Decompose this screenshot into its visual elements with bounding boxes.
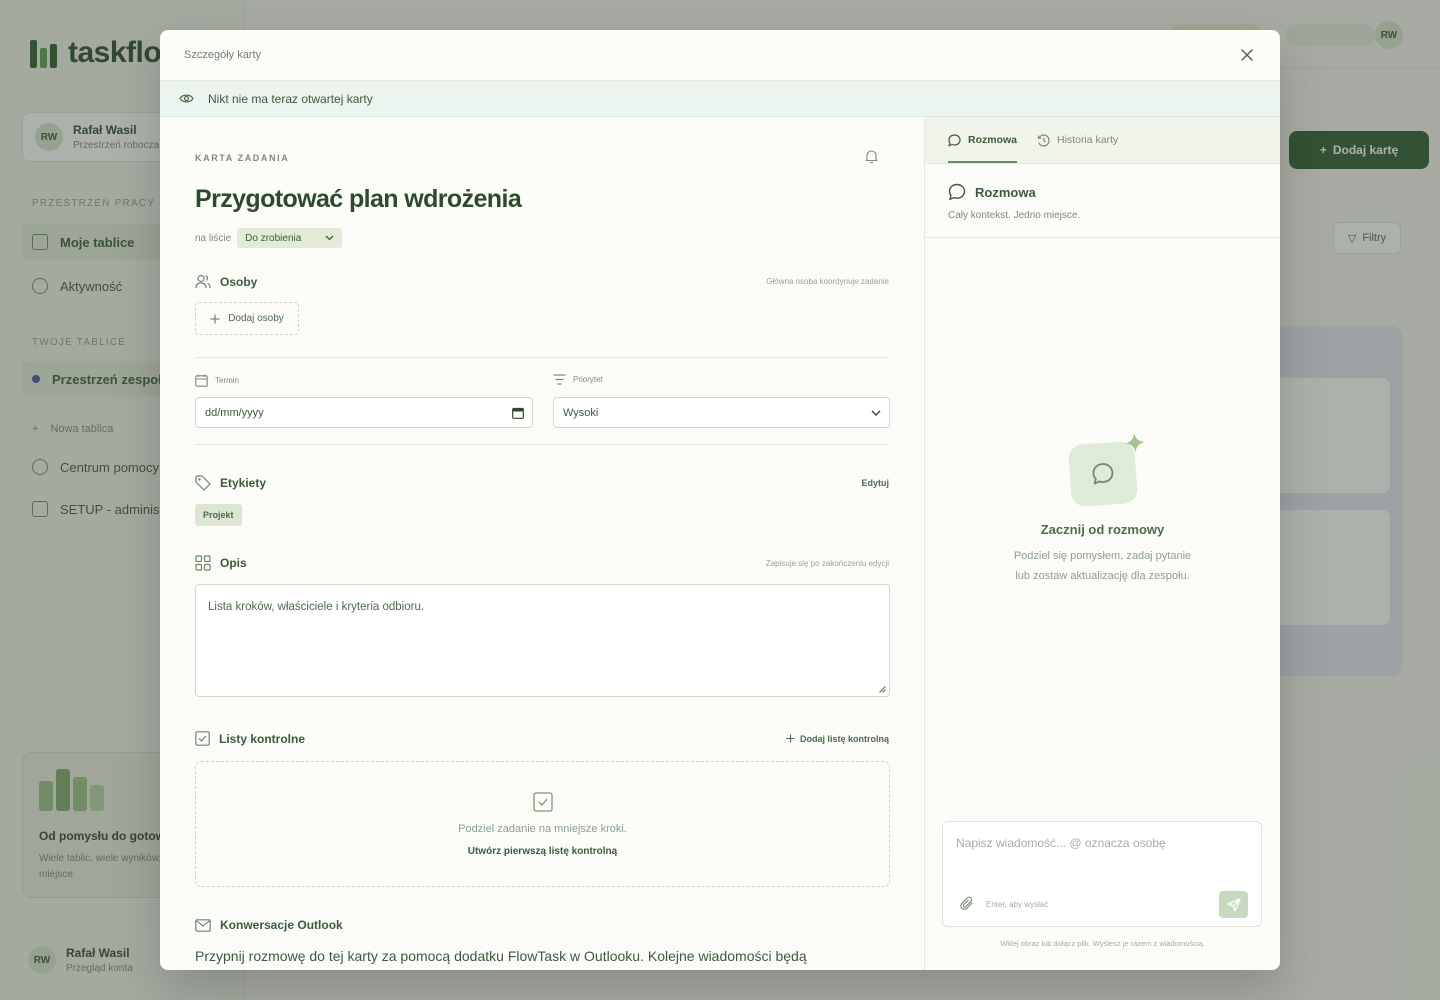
eye-icon [179, 94, 194, 103]
message-input[interactable]: Napisz wiadomość... @ oznacza osobę [956, 836, 1166, 850]
tab-conversation[interactable]: Rozmowa [948, 117, 1018, 163]
checklist-empty-message: Podziel zadanie na mniejsze kroki. [458, 822, 627, 835]
add-checklist-label: Dodaj listę kontrolną [799, 733, 889, 744]
outlook-section-header: Konwersacje Outlook [195, 918, 889, 932]
list-row: na liście Do zrobienia [195, 228, 343, 248]
description-text: Lista kroków, właściciele i kryteria odb… [208, 601, 425, 613]
on-list-label: na liście [195, 232, 232, 244]
people-hint: Główna osoba koordynuje zadanie [766, 277, 889, 286]
composer-hint: Enter, aby wysłać [986, 900, 1049, 909]
empty-chat-illustration-icon [1067, 432, 1145, 508]
empty-state-title: Zacznij od rozmowy [1040, 522, 1165, 537]
tab-label: Rozmowa [968, 134, 1018, 146]
empty-state-subtitle: Podziel się pomysłem, zadaj pytanie lub … [1014, 546, 1191, 586]
checkbox-icon [195, 731, 210, 746]
mail-icon [195, 918, 211, 932]
chat-bubble-icon [948, 183, 966, 200]
history-icon [1037, 133, 1050, 147]
outlook-label: Konwersacje Outlook [220, 918, 343, 932]
modal-header: Szczegóły karty [160, 30, 1280, 81]
presence-bar: Nikt nie ma teraz otwartej karty [160, 81, 1280, 117]
panel-tabs: Rozmowa Historia karty [925, 117, 1280, 164]
paste-hint: Wklej obraz lub dołącz plik. Wyślesz je … [1000, 939, 1205, 948]
description-label: Opis [220, 556, 247, 570]
add-people-label: Dodaj osoby [228, 313, 284, 324]
checklist-empty-state: Podziel zadanie na mniejsze kroki. Utwór… [195, 761, 890, 887]
priority-value: Wysoki [563, 406, 599, 419]
conversation-panel: Rozmowa Historia karty Rozmowa Cały kont… [925, 117, 1280, 970]
priority-label-row: Priorytet [553, 374, 603, 385]
card-title[interactable]: Przygotować plan wdrożenia [195, 185, 522, 214]
due-date-input[interactable]: dd/mm/yyyy [195, 397, 533, 428]
create-first-checklist-link[interactable]: Utwórz pierwszą listę kontrolną [468, 846, 617, 857]
description-hint: Zapisuje się po zakończeniu edycji [765, 558, 889, 568]
users-icon [195, 274, 211, 289]
empty-state-line: lub zostaw aktualizację dla zespołu. [1015, 570, 1190, 582]
card-details-modal: Szczegóły karty Nikt nie ma teraz otwart… [160, 30, 1280, 970]
labels-section-header: Etykiety Edytuj [195, 475, 889, 491]
checklists-section-header: Listy kontrolne Dodaj listę kontrolną [195, 731, 889, 746]
chat-bubble-icon [948, 133, 961, 146]
due-date-value: dd/mm/yyyy [205, 406, 264, 419]
people-section-header: Osoby Główna osoba koordynuje zadanie [195, 274, 889, 289]
tab-card-history[interactable]: Historia karty [1037, 117, 1118, 163]
priority-label: Priorytet [573, 375, 603, 384]
chevron-down-icon [325, 235, 334, 241]
plus-icon [786, 734, 795, 743]
calendar-icon [512, 407, 524, 419]
card-main: KARTA ZADANIA Przygotować plan wdrożenia… [160, 117, 925, 970]
add-checklist-button[interactable]: Dodaj listę kontrolną [786, 734, 889, 744]
conversation-empty-state: Zacznij od rozmowy Podziel się pomysłem,… [925, 432, 1280, 586]
plus-icon [210, 314, 220, 323]
conversation-title: Rozmowa [975, 184, 1036, 200]
resize-handle-icon[interactable] [879, 686, 886, 693]
list-select[interactable]: Do zrobienia [237, 228, 343, 248]
people-label: Osoby [220, 274, 258, 289]
send-button[interactable] [1219, 891, 1248, 918]
checklists-label: Listy kontrolne [219, 731, 306, 746]
labels-edit-button[interactable]: Edytuj [861, 478, 889, 488]
close-icon[interactable] [1238, 46, 1256, 64]
card-kicker: KARTA ZADANIA [195, 153, 290, 163]
due-label: Termin [215, 376, 240, 385]
tag-icon [195, 475, 211, 491]
chevron-down-icon [871, 410, 881, 416]
send-icon [1226, 897, 1241, 912]
bell-icon[interactable] [865, 149, 878, 164]
label-tag[interactable]: Projekt [195, 504, 242, 526]
modal-body: KARTA ZADANIA Przygotować plan wdrożenia… [160, 117, 1280, 970]
calendar-icon [195, 374, 208, 387]
filter-icon [553, 374, 566, 385]
conversation-subtitle: Cały kontekst. Jedno miejsce. [948, 210, 1081, 221]
outlook-description: Przypnij rozmowę do tej karty za pomocą … [195, 948, 807, 964]
sparkle-icon [1124, 432, 1145, 453]
add-people-button[interactable]: Dodaj osoby [195, 302, 299, 335]
grid-icon [195, 555, 211, 571]
paperclip-icon[interactable] [960, 896, 974, 911]
labels-label: Etykiety [220, 476, 267, 490]
priority-select[interactable]: Wysoki [553, 397, 890, 428]
checkbox-icon [532, 791, 553, 812]
due-label-row: Termin [195, 374, 239, 387]
divider [195, 357, 889, 358]
modal-title: Szczegóły karty [184, 49, 262, 61]
divider [195, 444, 889, 445]
message-composer[interactable]: Napisz wiadomość... @ oznacza osobę Ente… [942, 821, 1262, 927]
conversation-header: Rozmowa Cały kontekst. Jedno miejsce. [925, 164, 1280, 238]
description-section-header: Opis Zapisuje się po zakończeniu edycji [195, 555, 889, 571]
presence-text: Nikt nie ma teraz otwartej karty [208, 91, 373, 106]
empty-state-line: Podziel się pomysłem, zadaj pytanie [1013, 550, 1192, 562]
tab-label: Historia karty [1057, 134, 1119, 146]
description-textarea[interactable]: Lista kroków, właściciele i kryteria odb… [195, 584, 890, 697]
list-select-value: Do zrobienia [245, 232, 302, 244]
